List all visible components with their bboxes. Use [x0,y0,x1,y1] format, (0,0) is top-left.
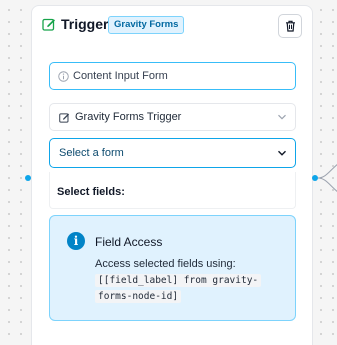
edit-square-icon [42,18,55,31]
form-select-placeholder: Select a form [59,147,124,159]
node-title: Trigger [61,16,109,32]
delete-node-button[interactable] [278,14,302,38]
edit-square-icon [59,112,70,123]
field-access-panel: i Field Access Access selected fields us… [49,215,296,321]
input-handle[interactable] [25,175,31,181]
trigger-type-select[interactable]: Gravity Forms Trigger [49,103,296,131]
field-access-description: Access selected fields using: [95,258,236,270]
info-icon: i [67,232,85,250]
form-select[interactable]: Select a form [49,138,296,168]
field-access-title: Field Access [95,235,163,249]
chevron-down-icon [278,150,286,156]
trigger-node[interactable]: Trigger Gravity Forms Content Input Form… [31,5,313,345]
trash-icon [285,20,295,32]
node-header: Trigger Gravity Forms [32,6,312,44]
integration-badge: Gravity Forms [108,16,185,34]
node-label-input[interactable]: Content Input Form [49,62,296,90]
field-access-code: [[field_label] from gravity-forms-node-i… [95,273,275,305]
chevron-down-icon [278,114,286,120]
connection-edge [317,164,337,192]
info-circle-icon [58,70,69,82]
select-fields-section: Select fields: [49,172,296,209]
field-access-code-text: [[field_label] from gravity-forms-node-i… [95,274,262,303]
node-label-value: Content Input Form [73,70,168,82]
trigger-type-value: Gravity Forms Trigger [75,111,182,123]
select-fields-label: Select fields: [57,186,125,198]
